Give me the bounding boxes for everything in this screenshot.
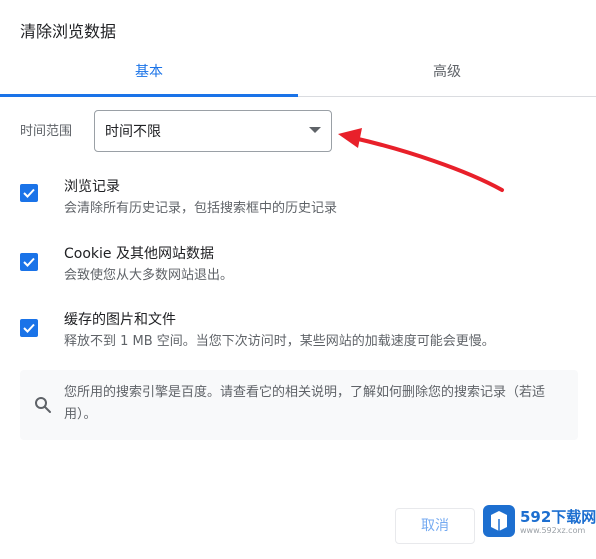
tab-basic[interactable]: 基本 bbox=[0, 52, 298, 97]
option-cookies: Cookie 及其他网站数据 会致使您从大多数网站退出。 bbox=[20, 243, 580, 293]
search-engine-info-text: 您所用的搜索引擎是百度。请查看它的相关说明，了解如何删除您的搜索记录（若适用）。 bbox=[64, 385, 546, 422]
dialog-title: 清除浏览数据 bbox=[20, 22, 117, 41]
cached-files-checkbox[interactable] bbox=[20, 319, 38, 337]
tab-advanced[interactable]: 高级 bbox=[298, 52, 596, 96]
search-icon bbox=[35, 397, 51, 413]
tab-bar: 基本 高级 bbox=[0, 52, 596, 97]
time-range-value: 时间不限 bbox=[105, 124, 161, 140]
option-browsing-history: 浏览记录 会清除所有历史记录，包括搜索框中的历史记录 bbox=[20, 176, 580, 226]
check-icon bbox=[23, 188, 35, 198]
watermark: 592下载网 www.592xz.com bbox=[478, 498, 596, 548]
option-description: 会致使您从大多数网站退出。 bbox=[64, 268, 234, 283]
chevron-down-icon bbox=[309, 127, 321, 133]
check-icon bbox=[23, 323, 35, 333]
watermark-subtext: www.592xz.com bbox=[520, 526, 586, 535]
time-range-select[interactable]: 时间不限 bbox=[94, 110, 332, 152]
tab-active-underline bbox=[0, 94, 298, 97]
watermark-text: 592下载网 bbox=[520, 508, 596, 526]
cancel-button[interactable]: 取消 bbox=[395, 508, 475, 544]
option-title: Cookie 及其他网站数据 bbox=[64, 246, 214, 262]
option-cached-files: 缓存的图片和文件 释放不到 1 MB 空间。当您下次访问时，某些网站的加载速度可… bbox=[20, 309, 580, 359]
cookies-checkbox[interactable] bbox=[20, 253, 38, 271]
site-logo-icon bbox=[483, 505, 515, 537]
tab-advanced-label: 高级 bbox=[433, 64, 461, 80]
option-title: 浏览记录 bbox=[64, 179, 120, 195]
search-engine-info: 您所用的搜索引擎是百度。请查看它的相关说明，了解如何删除您的搜索记录（若适用）。 bbox=[20, 370, 578, 440]
clear-browsing-data-dialog: 清除浏览数据 基本 高级 时间范围 时间不限 浏览记录 会清除所有历史记录，包括… bbox=[0, 0, 596, 559]
option-description: 释放不到 1 MB 空间。当您下次访问时，某些网站的加载速度可能会更慢。 bbox=[64, 334, 495, 349]
check-icon bbox=[23, 257, 35, 267]
time-range-label: 时间范围 bbox=[20, 124, 73, 139]
option-title: 缓存的图片和文件 bbox=[64, 312, 176, 328]
browsing-history-checkbox[interactable] bbox=[20, 184, 38, 202]
option-description: 会清除所有历史记录，包括搜索框中的历史记录 bbox=[64, 201, 338, 216]
tab-basic-label: 基本 bbox=[135, 64, 163, 80]
